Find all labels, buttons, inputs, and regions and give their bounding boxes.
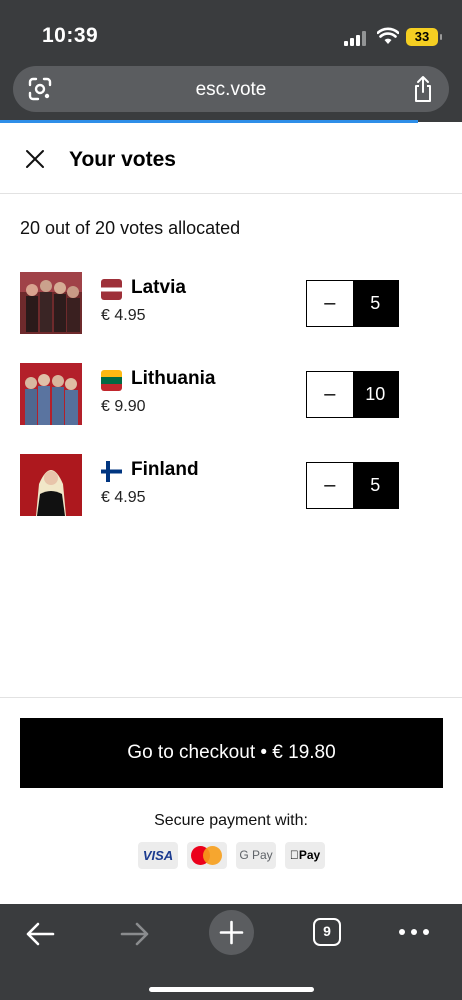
- page-load-progress: [0, 120, 418, 123]
- vote-row: Latvia € 4.95 – 5: [0, 272, 462, 336]
- finland-flag-icon: [101, 461, 122, 482]
- artist-photo: [20, 363, 82, 425]
- forward-arrow-icon[interactable]: [119, 920, 151, 948]
- tab-switcher-button[interactable]: 9: [313, 918, 341, 946]
- vote-count: 5: [352, 463, 398, 508]
- new-tab-button[interactable]: [209, 910, 254, 955]
- google-pay-icon: G Pay: [236, 842, 276, 869]
- country-name: Finland: [131, 459, 199, 480]
- apple-pay-label: Pay: [294, 848, 320, 862]
- browser-top-bar: 10:39 33 esc.vote: [0, 0, 462, 122]
- payment-methods: VISA G Pay Pay: [138, 842, 328, 869]
- vote-row: Lithuania € 9.90 – 10: [0, 363, 462, 427]
- plus-icon: [219, 920, 244, 945]
- apple-logo-icon: : [290, 848, 299, 862]
- cellular-signal-icon: [344, 30, 368, 46]
- address-bar[interactable]: esc.vote: [13, 66, 449, 112]
- apple-pay-icon: Pay: [285, 842, 325, 869]
- decrement-button[interactable]: –: [307, 372, 353, 417]
- country-name: Lithuania: [131, 368, 216, 389]
- vote-count: 5: [352, 281, 398, 326]
- url-text[interactable]: esc.vote: [13, 79, 449, 101]
- wifi-icon: [377, 27, 399, 44]
- checkout-button[interactable]: Go to checkout • € 19.80: [20, 718, 443, 788]
- page-title: Your votes: [69, 148, 176, 171]
- home-indicator: [149, 987, 314, 992]
- battery-icon: 33: [406, 28, 442, 46]
- visa-icon: VISA: [138, 842, 178, 869]
- mastercard-icon: [187, 842, 227, 869]
- decrement-button[interactable]: –: [307, 281, 353, 326]
- decrement-button[interactable]: –: [307, 463, 353, 508]
- share-icon[interactable]: [411, 75, 435, 103]
- vote-price: € 4.95: [101, 489, 146, 506]
- lithuania-flag-icon: [101, 370, 122, 391]
- latvia-flag-icon: [101, 279, 122, 300]
- close-icon[interactable]: [24, 148, 46, 170]
- vote-stepper: – 5: [306, 462, 399, 509]
- vote-stepper: – 10: [306, 371, 399, 418]
- artist-photo: [20, 272, 82, 334]
- browser-toolbar: 9: [0, 904, 462, 1000]
- vote-row: Finland € 4.95 – 5: [0, 454, 462, 518]
- more-options-icon[interactable]: [399, 929, 431, 935]
- status-time: 10:39: [42, 24, 99, 47]
- votes-header: Your votes: [0, 124, 462, 194]
- vote-price: € 4.95: [101, 307, 146, 324]
- vote-stepper: – 5: [306, 280, 399, 327]
- footer-divider: [0, 697, 462, 698]
- vote-count: 10: [352, 372, 398, 417]
- artist-photo: [20, 454, 82, 516]
- votes-allocated-text: 20 out of 20 votes allocated: [20, 218, 241, 238]
- secure-payment-label: Secure payment with:: [154, 812, 308, 829]
- country-name: Latvia: [131, 277, 186, 298]
- vote-price: € 9.90: [101, 398, 146, 415]
- back-arrow-icon[interactable]: [24, 920, 56, 948]
